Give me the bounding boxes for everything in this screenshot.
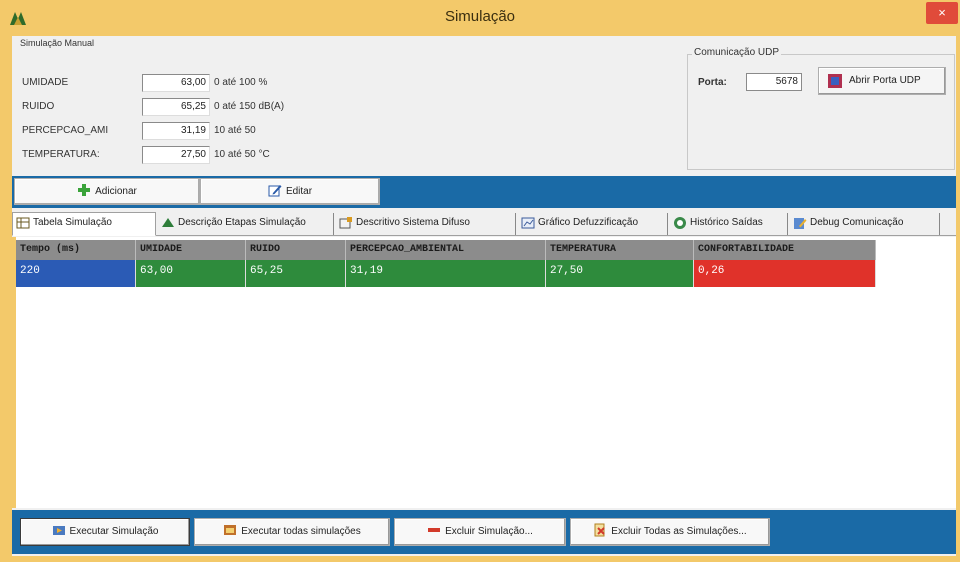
temperatura-input[interactable]: 27,50: [142, 146, 210, 164]
tab-grafico-defuzzificacao[interactable]: Gráfico Defuzzificação: [518, 213, 668, 235]
simulation-table: Tempo (ms) UMIDADE RUIDO PERCEPCAO_AMBIE…: [12, 237, 956, 508]
steps-icon: [162, 218, 174, 227]
udp-group-legend: Comunicação UDP: [692, 47, 782, 58]
delete-simulation-button[interactable]: Excluir Simulação...: [394, 518, 566, 546]
cell-umidade[interactable]: 63,00: [136, 260, 246, 287]
add-label: Adicionar: [95, 186, 137, 197]
cell-percepcao[interactable]: 31,19: [346, 260, 546, 287]
delete-all-icon: [594, 523, 605, 537]
client-area: Simulação Manual UMIDADE 63,00 0 até 100…: [12, 36, 956, 556]
tab-strip: Tabela Simulação Descrição Etapas Simula…: [12, 212, 956, 236]
cell-confortabilidade[interactable]: 0,26: [694, 260, 876, 287]
run-all-icon: [224, 525, 237, 535]
udp-communication-group: Comunicação UDP Porta: 5678 Abrir Porta …: [687, 47, 955, 170]
delete-all-simulations-button[interactable]: Excluir Todas as Simulações...: [570, 518, 770, 546]
table-icon: [16, 217, 30, 229]
param-range: 10 até 50: [214, 125, 256, 136]
umidade-input[interactable]: 63,00: [142, 74, 210, 92]
param-range: 0 até 150 dB(A): [214, 101, 285, 112]
edit-button[interactable]: Editar: [200, 178, 380, 205]
debug-icon: [794, 218, 807, 229]
bottom-toolbar: Executar Simulação Executar todas simula…: [12, 510, 956, 554]
run-simulation-label: Executar Simulação: [69, 526, 159, 537]
manual-group-legend: Simulação Manual: [18, 38, 97, 48]
param-label: UMIDADE: [22, 77, 69, 88]
tab-historico-saidas[interactable]: Histórico Saídas: [670, 213, 788, 235]
cell-ruido[interactable]: 65,25: [246, 260, 346, 287]
table-header: Tempo (ms) UMIDADE RUIDO PERCEPCAO_AMBIE…: [16, 240, 876, 260]
param-range: 10 até 50 °C: [214, 149, 270, 160]
port-input[interactable]: 5678: [746, 73, 802, 91]
table-row[interactable]: 220 63,00 65,25 31,19 27,50 0,26: [16, 260, 876, 287]
tab-debug-comunicacao[interactable]: Debug Comunicação: [790, 213, 940, 235]
run-icon: [52, 526, 65, 535]
edit-label: Editar: [285, 186, 313, 197]
open-udp-label: Abrir Porta UDP: [849, 75, 921, 86]
param-label: TEMPERATURA:: [22, 149, 100, 160]
tab-label: Descritivo Sistema Difuso: [356, 217, 470, 228]
history-icon: [674, 217, 686, 229]
column-header[interactable]: Tempo (ms): [16, 240, 136, 260]
tab-descricao-etapas[interactable]: Descrição Etapas Simulação: [158, 213, 334, 235]
ruido-input[interactable]: 65,25: [142, 98, 210, 116]
delete-all-label: Excluir Todas as Simulações...: [611, 526, 747, 537]
action-toolbar: Adicionar Editar: [12, 176, 956, 208]
edit-pencil-icon: [268, 185, 282, 197]
delete-icon: [428, 528, 441, 532]
manual-simulation-group: Simulação Manual UMIDADE 63,00 0 até 100…: [12, 36, 682, 174]
run-simulation-button[interactable]: Executar Simulação: [20, 518, 190, 546]
tab-label: Histórico Saídas: [690, 217, 763, 228]
simulation-window: Simulação × Simulação Manual UMIDADE 63,…: [0, 0, 960, 562]
run-all-simulations-button[interactable]: Executar todas simulações: [194, 518, 390, 546]
run-all-label: Executar todas simulações: [241, 526, 361, 537]
window-title: Simulação: [444, 8, 516, 25]
open-udp-port-button[interactable]: Abrir Porta UDP: [818, 67, 946, 95]
column-header[interactable]: RUIDO: [246, 240, 346, 260]
network-port-icon: [828, 74, 842, 88]
tab-label: Gráfico Defuzzificação: [538, 217, 639, 228]
tab-descritivo-sistema[interactable]: Descritivo Sistema Difuso: [336, 213, 516, 235]
chart-icon: [521, 217, 535, 229]
tab-label: Descrição Etapas Simulação: [178, 217, 306, 228]
param-range: 0 até 100 %: [214, 77, 268, 88]
param-label: PERCEPCAO_AMI: [22, 125, 109, 136]
add-button[interactable]: Adicionar: [14, 178, 200, 205]
tab-label: Tabela Simulação: [33, 217, 112, 228]
tab-label: Debug Comunicação: [810, 217, 904, 228]
column-header[interactable]: UMIDADE: [136, 240, 246, 260]
title-bar[interactable]: Simulação ×: [0, 0, 960, 36]
fuzzy-system-icon: [339, 217, 352, 229]
delete-simulation-label: Excluir Simulação...: [445, 526, 533, 537]
plus-icon: [78, 184, 91, 196]
cell-temperatura[interactable]: 27,50: [546, 260, 694, 287]
cell-tempo[interactable]: 220: [16, 260, 136, 287]
column-header[interactable]: TEMPERATURA: [546, 240, 694, 260]
close-button[interactable]: ×: [926, 2, 958, 24]
tab-tabela-simulacao[interactable]: Tabela Simulação: [12, 212, 156, 236]
port-label: Porta:: [698, 77, 727, 88]
percepcao-input[interactable]: 31,19: [142, 122, 210, 140]
column-header[interactable]: PERCEPCAO_AMBIENTAL: [346, 240, 546, 260]
param-label: RUIDO: [22, 101, 55, 112]
column-header[interactable]: CONFORTABILIDADE: [694, 240, 876, 260]
